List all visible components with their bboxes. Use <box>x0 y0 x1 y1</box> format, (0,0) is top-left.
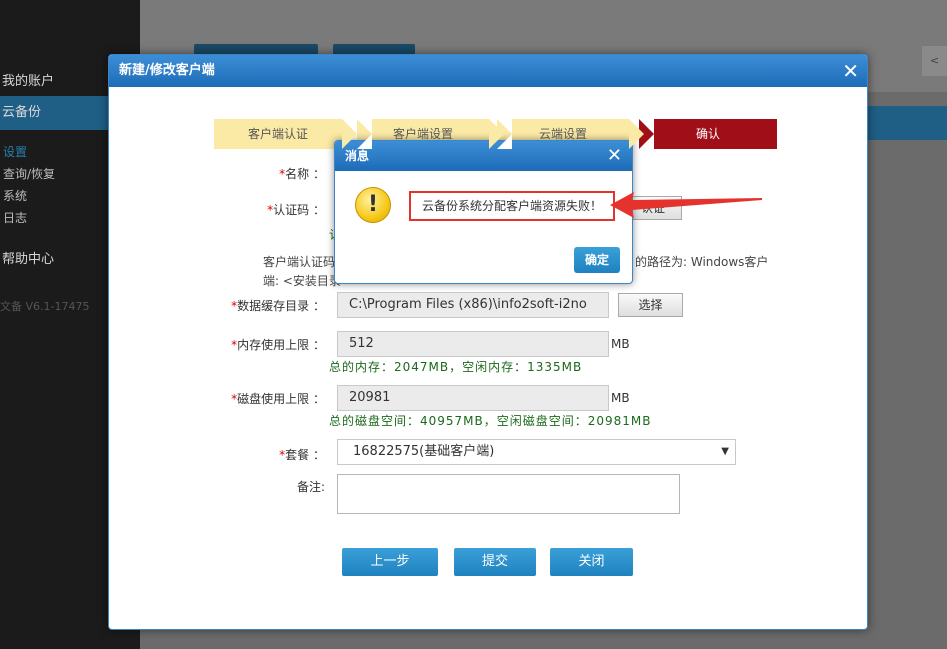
choose-button[interactable]: 选择 <box>618 293 683 317</box>
close-button[interactable]: 关闭 <box>550 548 633 576</box>
message-dialog: 消息 ✕ ! 云备份系统分配客户端资源失败！ 确定 <box>334 140 633 284</box>
plan-select-value: 16822575(基础客户端) <box>353 444 495 459</box>
name-label: *名称 ： <box>279 167 325 181</box>
ok-button[interactable]: 确定 <box>574 247 620 273</box>
annotation-arrow-icon <box>610 192 762 218</box>
step-arrow <box>489 119 504 149</box>
info-text-line1: 客户端认证码 <box>263 255 336 269</box>
message-text: 云备份系统分配客户端资源失败！ <box>409 191 615 221</box>
sidebar-item-label: 我的账户 <box>2 74 55 89</box>
close-icon[interactable]: ✕ <box>842 59 859 83</box>
warning-icon: ! <box>355 187 391 223</box>
memory-limit-label: *内存使用上限 ： <box>231 338 325 352</box>
memory-limit-input[interactable]: 512 <box>337 331 609 357</box>
sidebar-item-label: 帮助中心 <box>2 252 55 267</box>
disk-limit-input[interactable]: 20981 <box>337 385 609 411</box>
sidebar-item-label: 云备份 <box>2 105 42 120</box>
step-label: 云端设置 <box>538 127 587 141</box>
step-arrow <box>629 119 644 149</box>
disk-limit-label: *磁盘使用上限 ： <box>231 392 325 406</box>
authcode-label: *认证码 ： <box>267 203 325 217</box>
info-text-line1-tail: 的路径为: Windows客户 <box>635 255 769 269</box>
sidebar-subitem-query-restore[interactable]: 查询/恢复 <box>3 165 55 182</box>
disk-unit: MB <box>611 391 630 405</box>
sidebar-subitem-system[interactable]: 系统 <box>3 187 27 204</box>
table-header-strip <box>867 106 947 140</box>
step-label: 客户端设置 <box>392 127 453 141</box>
step-label: 确认 <box>695 127 720 141</box>
collapse-tab[interactable]: < <box>922 46 947 76</box>
step-label: 客户端认证 <box>247 127 308 141</box>
plan-label: *套餐 ： <box>279 448 325 462</box>
message-title: 消息 <box>345 149 370 163</box>
note-label: 备注: <box>296 480 325 494</box>
submit-button[interactable]: 提交 <box>454 548 536 576</box>
note-textarea[interactable] <box>337 474 680 514</box>
message-header: 消息 <box>335 141 632 171</box>
cache-dir-label: *数据缓存目录 ： <box>231 299 325 313</box>
close-icon[interactable]: ✕ <box>607 144 622 168</box>
step-client-auth: 客户端认证 <box>214 119 357 149</box>
chevron-down-icon: ▼ <box>721 446 729 457</box>
plan-select[interactable]: 16822575(基础客户端) ▼ <box>337 439 736 465</box>
info-text-line2: 端: <安装目录 <box>263 274 341 288</box>
disk-hint: 总的磁盘空间：40957MB，空闲磁盘空间：20981MB <box>329 414 652 428</box>
cache-dir-input[interactable]: C:\Program Files (x86)\info2soft-i2no <box>337 292 609 318</box>
step-arrow <box>342 119 357 149</box>
memory-hint: 总的内存：2047MB，空闲内存：1335MB <box>329 360 583 374</box>
sidebar-subitem-settings[interactable]: 设置 <box>3 143 27 160</box>
sidebar-subitem-log[interactable]: 日志 <box>3 209 27 226</box>
step-confirm: 确认 <box>639 119 777 149</box>
modal-title: 新建/修改客户端 <box>119 63 215 78</box>
prev-step-button[interactable]: 上一步 <box>342 548 438 576</box>
version-label: 文备 V6.1-17475 <box>0 300 90 313</box>
step-notch <box>357 119 372 149</box>
memory-unit: MB <box>611 337 630 351</box>
modal-header: 新建/修改客户端 <box>109 55 867 87</box>
